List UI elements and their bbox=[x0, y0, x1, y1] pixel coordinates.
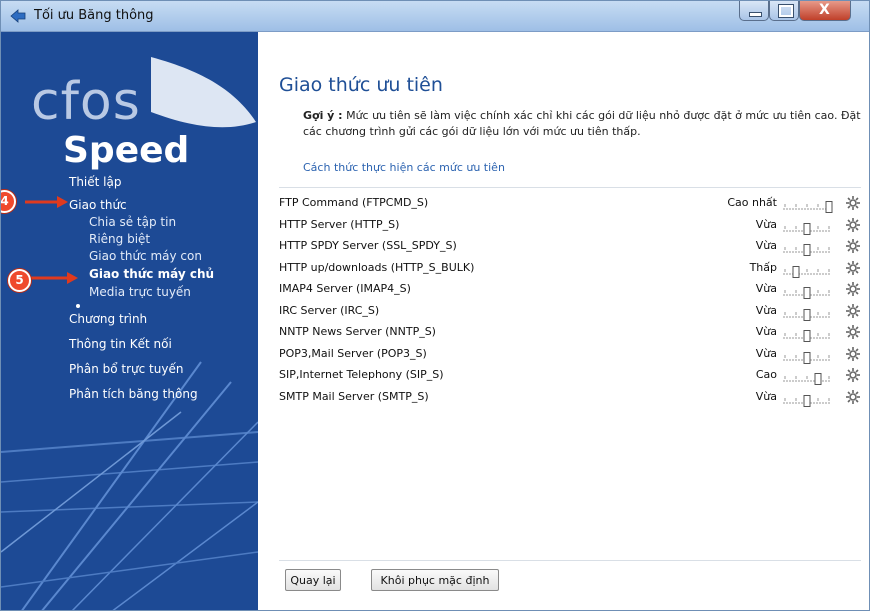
slider-thumb bbox=[792, 265, 800, 278]
priority-label: Thấp bbox=[749, 260, 777, 274]
page-title: Giao thức ưu tiên bbox=[279, 74, 443, 96]
protocol-name: HTTP up/downloads (HTTP_S_BULK) bbox=[279, 260, 475, 274]
priority-slider[interactable] bbox=[781, 327, 839, 342]
nav-protocol[interactable]: Giao thức bbox=[69, 198, 127, 212]
nav-connection-info[interactable]: Thông tin Kết nối bbox=[69, 337, 172, 351]
priority-slider[interactable] bbox=[781, 284, 839, 299]
protocol-row[interactable]: IRC Server (IRC_S) Vừa bbox=[279, 301, 861, 323]
annotation-badge-5: 5 bbox=[8, 269, 31, 292]
protocol-row[interactable]: HTTP Server (HTTP_S) Vừa bbox=[279, 215, 861, 237]
minimize-button[interactable] bbox=[739, 1, 769, 21]
annotation-arrow-4 bbox=[25, 196, 68, 208]
maximize-button[interactable] bbox=[769, 1, 799, 21]
protocol-name: NNTP News Server (NNTP_S) bbox=[279, 325, 436, 338]
protocol-name: SMTP Mail Server (SMTP_S) bbox=[279, 389, 429, 403]
app-window: Tối ưu Băng thông X cfos Speed Thiết lập… bbox=[0, 0, 870, 611]
logo-speed: Speed bbox=[63, 130, 190, 171]
priority-label: Cao bbox=[755, 368, 777, 381]
nav-client-protocols[interactable]: Giao thức máy con bbox=[89, 249, 202, 263]
protocol-row[interactable]: HTTP up/downloads (HTTP_S_BULK) Thấp bbox=[279, 258, 861, 280]
slider-thumb bbox=[803, 308, 811, 321]
gear-icon[interactable] bbox=[845, 367, 861, 383]
nav-bandwidth-analysis[interactable]: Phân tích băng thông bbox=[69, 387, 198, 401]
slider-thumb bbox=[803, 351, 811, 364]
gear-icon[interactable] bbox=[845, 217, 861, 233]
nav-file-sharing[interactable]: Chia sẻ tập tin bbox=[89, 215, 176, 229]
priority-slider[interactable] bbox=[781, 241, 839, 256]
priority-label: Cao nhất bbox=[727, 196, 777, 209]
hint-body: Mức ưu tiên sẽ làm việc chính xác chỉ kh… bbox=[303, 109, 861, 138]
gear-icon[interactable] bbox=[845, 389, 861, 405]
nav-programs[interactable]: Chương trình bbox=[69, 312, 147, 326]
priority-label: Vừa bbox=[755, 389, 777, 403]
protocol-row[interactable]: POP3,Mail Server (POP3_S) Vừa bbox=[279, 344, 861, 366]
priority-label: Vừa bbox=[755, 303, 777, 317]
priority-slider[interactable] bbox=[781, 220, 839, 235]
window-title: Tối ưu Băng thông bbox=[34, 8, 154, 23]
nav-setup[interactable]: Thiết lập bbox=[69, 175, 121, 189]
slider-thumb bbox=[803, 394, 811, 407]
gear-icon[interactable] bbox=[845, 346, 861, 362]
annotation-arrow-5 bbox=[31, 272, 78, 284]
priority-slider[interactable] bbox=[781, 198, 839, 213]
hint-text: Gợi ý : Mức ưu tiên sẽ làm việc chính xá… bbox=[303, 108, 863, 140]
gear-icon[interactable] bbox=[845, 324, 861, 340]
priority-label: Vừa bbox=[755, 325, 777, 338]
close-icon: X bbox=[819, 2, 830, 18]
slider-thumb bbox=[803, 222, 811, 235]
priority-label: Vừa bbox=[755, 239, 777, 252]
list-bottom-divider bbox=[279, 560, 861, 561]
hint-label: Gợi ý : bbox=[303, 109, 343, 122]
slider-thumb bbox=[825, 201, 833, 213]
slider-thumb bbox=[803, 330, 811, 342]
slider-thumb bbox=[803, 287, 811, 299]
priority-label: Vừa bbox=[755, 282, 777, 295]
protocol-name: IRC Server (IRC_S) bbox=[279, 303, 380, 317]
nav-server-protocols[interactable]: Giao thức máy chủ bbox=[89, 267, 214, 281]
title-bar[interactable]: Tối ưu Băng thông X bbox=[1, 1, 869, 32]
priority-slider[interactable] bbox=[781, 392, 839, 407]
priority-slider[interactable] bbox=[781, 370, 839, 385]
protocol-name: SIP,Internet Telephony (SIP_S) bbox=[279, 368, 444, 381]
logo-cfos: cfos bbox=[31, 72, 141, 132]
protocol-row[interactable]: SIP,Internet Telephony (SIP_S) Cao bbox=[279, 365, 861, 387]
priority-slider[interactable] bbox=[781, 306, 839, 321]
protocol-name: POP3,Mail Server (POP3_S) bbox=[279, 346, 427, 360]
protocol-name: HTTP SPDY Server (SSL_SPDY_S) bbox=[279, 239, 457, 252]
app-icon bbox=[10, 9, 26, 23]
nav-private[interactable]: Riêng biệt bbox=[89, 232, 150, 246]
nav-streaming-media[interactable]: Media trực tuyến bbox=[89, 285, 191, 299]
protocol-name: FTP Command (FTPCMD_S) bbox=[279, 196, 429, 209]
protocol-row[interactable]: FTP Command (FTPCMD_S) Cao nhất bbox=[279, 193, 861, 215]
restore-defaults-button[interactable]: Khôi phục mặc định bbox=[371, 569, 499, 591]
priority-label: Vừa bbox=[755, 217, 777, 231]
sidebar: cfos Speed Thiết lập Giao thức Chia sẻ t… bbox=[1, 32, 258, 610]
main-panel: Giao thức ưu tiên Gợi ý : Mức ưu tiên sẽ… bbox=[259, 32, 869, 610]
priority-label: Vừa bbox=[755, 346, 777, 360]
slider-thumb bbox=[814, 373, 822, 385]
back-button[interactable]: Quay lại bbox=[285, 569, 341, 591]
protocol-name: IMAP4 Server (IMAP4_S) bbox=[279, 282, 411, 295]
priority-slider[interactable] bbox=[781, 263, 839, 278]
gear-icon[interactable] bbox=[845, 303, 861, 319]
protocol-row[interactable]: NNTP News Server (NNTP_S) Vừa bbox=[279, 322, 861, 344]
gear-icon[interactable] bbox=[845, 281, 861, 297]
protocol-row[interactable]: SMTP Mail Server (SMTP_S) Vừa bbox=[279, 387, 861, 409]
priority-help-link[interactable]: Cách thức thực hiện các mức ưu tiên bbox=[303, 161, 505, 174]
active-bullet bbox=[76, 304, 80, 308]
gear-icon[interactable] bbox=[845, 195, 861, 211]
gear-icon[interactable] bbox=[845, 260, 861, 276]
nav-online-distribution[interactable]: Phân bổ trực tuyến bbox=[69, 362, 183, 376]
protocol-name: HTTP Server (HTTP_S) bbox=[279, 217, 400, 231]
gear-icon[interactable] bbox=[845, 238, 861, 254]
priority-slider[interactable] bbox=[781, 349, 839, 364]
close-button[interactable]: X bbox=[799, 1, 851, 21]
protocol-row[interactable]: IMAP4 Server (IMAP4_S) Vừa bbox=[279, 279, 861, 301]
slider-thumb bbox=[803, 244, 811, 256]
list-top-divider bbox=[279, 187, 861, 188]
protocol-row[interactable]: HTTP SPDY Server (SSL_SPDY_S) Vừa bbox=[279, 236, 861, 258]
